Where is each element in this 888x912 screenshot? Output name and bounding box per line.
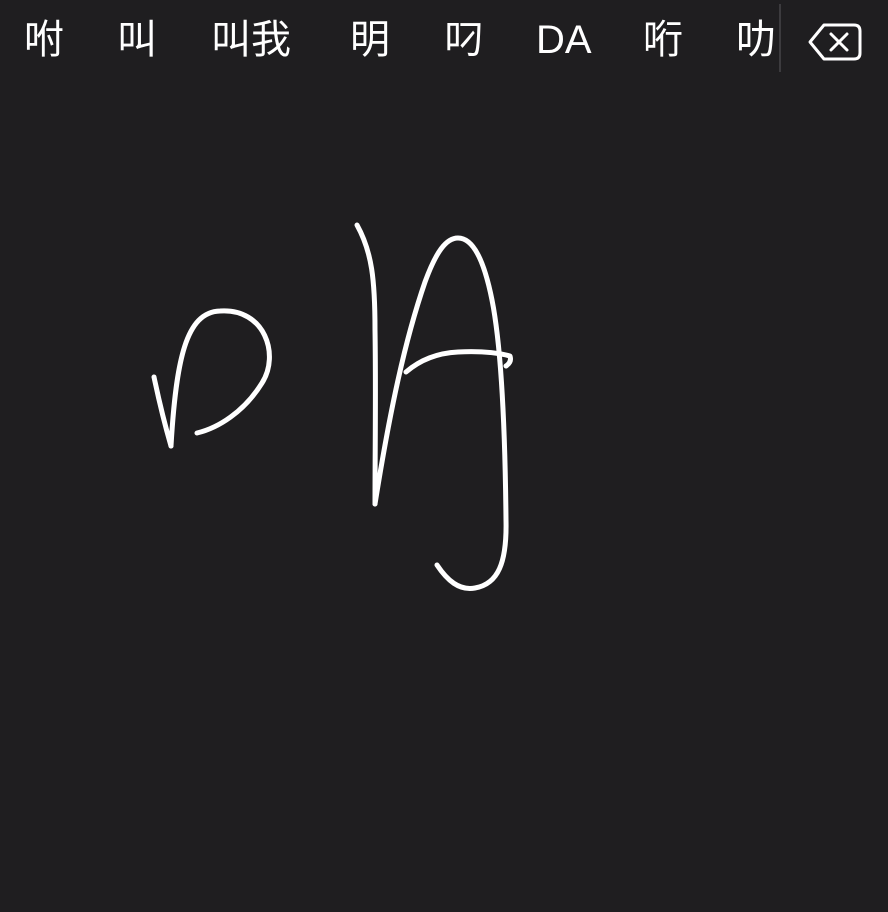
handwriting-canvas[interactable] bbox=[0, 82, 888, 912]
stroke-1 bbox=[151, 374, 174, 449]
stroke-2 bbox=[168, 308, 272, 449]
stroke-5 bbox=[403, 349, 513, 375]
handwriting-strokes bbox=[151, 222, 513, 591]
stroke-4 bbox=[372, 235, 509, 591]
stroke-3 bbox=[354, 222, 378, 507]
